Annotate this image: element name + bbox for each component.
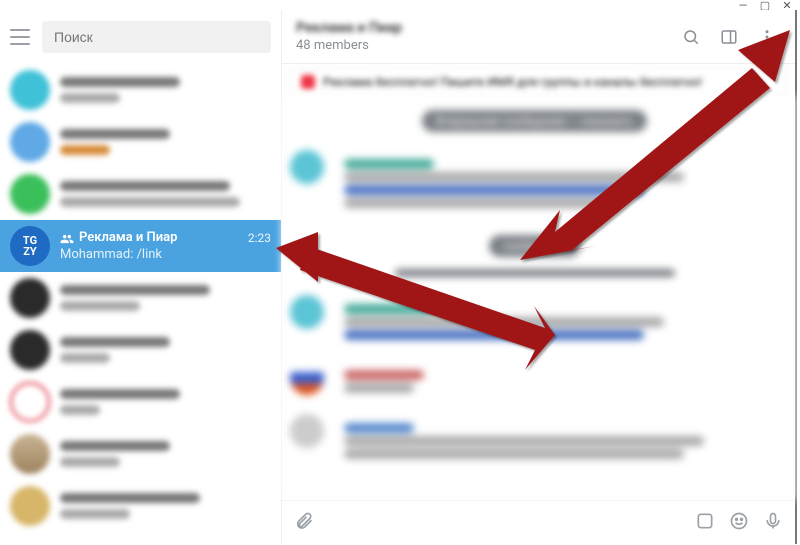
list-item[interactable] bbox=[0, 376, 281, 428]
list-item[interactable] bbox=[0, 116, 281, 168]
chat-selected[interactable]: TG ZY Реклама и Пиар 2:23 Mohammad: /l bbox=[0, 220, 281, 272]
avatar: TG ZY bbox=[10, 226, 50, 266]
more-icon[interactable] bbox=[753, 23, 781, 51]
list-item[interactable] bbox=[0, 168, 281, 220]
chat-time: 2:23 bbox=[248, 231, 271, 245]
list-item[interactable] bbox=[0, 272, 281, 324]
attach-icon[interactable] bbox=[294, 511, 314, 535]
titlebar: — ▢ ✕ bbox=[0, 0, 800, 10]
list-item[interactable] bbox=[0, 480, 281, 532]
conversation-title[interactable]: Реклама и Пиар bbox=[296, 20, 667, 36]
pinned-text: Реклама бесплатно! Пишите ИМЯ для группы… bbox=[323, 75, 702, 89]
conversation-panel: Реклама и Пиар 48 members Реклама беспла… bbox=[282, 10, 795, 544]
composer bbox=[282, 500, 795, 544]
members-count: 48 members bbox=[296, 38, 667, 53]
chat-title: Реклама и Пиар bbox=[79, 230, 177, 245]
conversation-header: Реклама и Пиар 48 members bbox=[282, 10, 795, 64]
search-input[interactable] bbox=[42, 21, 271, 53]
list-item[interactable] bbox=[0, 324, 281, 376]
sidepanel-icon[interactable] bbox=[715, 23, 743, 51]
sticker-icon[interactable] bbox=[695, 511, 715, 535]
list-item[interactable] bbox=[0, 64, 281, 116]
sidebar: TG ZY Реклама и Пиар 2:23 Mohammad: /l bbox=[0, 10, 282, 544]
chat-preview: Mohammad: /link bbox=[60, 247, 162, 262]
emoji-icon[interactable] bbox=[729, 511, 749, 535]
mic-icon[interactable] bbox=[763, 511, 783, 535]
pin-icon bbox=[301, 75, 315, 89]
menu-icon[interactable] bbox=[10, 29, 30, 45]
pinned-message[interactable]: Реклама бесплатно! Пишите ИМЯ для группы… bbox=[290, 68, 787, 96]
avatar-label: TG ZY bbox=[23, 235, 37, 257]
message-area[interactable]: Вчерашние сообщения — показать сообщение bbox=[282, 96, 795, 500]
search-icon[interactable] bbox=[677, 23, 705, 51]
list-item[interactable] bbox=[0, 428, 281, 480]
chat-list[interactable]: TG ZY Реклама и Пиар 2:23 Mohammad: /l bbox=[0, 64, 281, 544]
date-pill: Вчерашние сообщения — показать bbox=[422, 110, 647, 132]
group-icon bbox=[60, 232, 74, 244]
